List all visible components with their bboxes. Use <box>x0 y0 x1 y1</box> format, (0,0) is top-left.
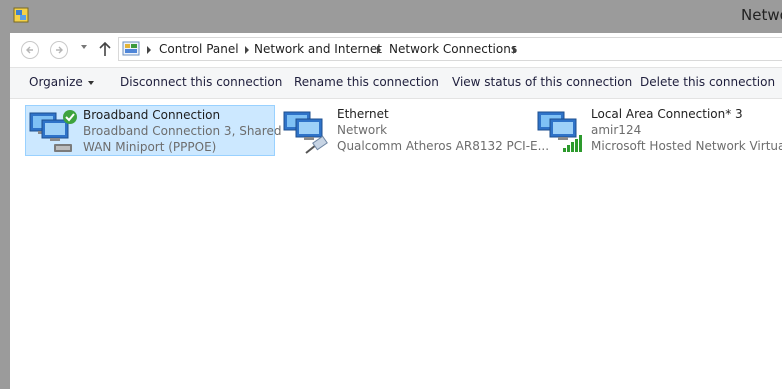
breadcrumb-network-connections[interactable]: Network Connections <box>389 42 517 56</box>
explorer-window: Control Panel Network and Internet Netwo… <box>10 33 782 389</box>
command-bar: Organize Disconnect this connection Rena… <box>10 67 782 99</box>
up-arrow-icon[interactable] <box>98 41 112 57</box>
delete-button[interactable]: Delete this connection <box>640 75 775 89</box>
connections-list: Broadband Connection Broadband Connectio… <box>10 99 782 389</box>
rename-button[interactable]: Rename this connection <box>294 75 439 89</box>
connection-device: WAN Miniport (PPPOE) <box>83 140 217 154</box>
connection-device: Qualcomm Atheros AR8132 PCI-E... <box>337 139 550 153</box>
connection-item-ethernet[interactable]: Ethernet Network Qualcomm Atheros AR8132… <box>280 105 549 156</box>
ethernet-icon <box>283 111 328 154</box>
breadcrumb-control-panel[interactable]: Control Panel <box>159 42 239 56</box>
connection-item-broadband[interactable]: Broadband Connection Broadband Connectio… <box>25 105 281 156</box>
arrow-left-icon <box>26 46 33 54</box>
disconnect-button[interactable]: Disconnect this connection <box>120 75 282 89</box>
breadcrumb-separator[interactable] <box>377 46 381 54</box>
organize-menu[interactable]: Organize <box>29 75 94 89</box>
window-title: Netwo <box>741 6 782 24</box>
breadcrumb-network-and-internet[interactable]: Network and Internet <box>254 42 382 56</box>
recent-locations-dropdown[interactable] <box>81 45 87 49</box>
connection-name: Local Area Connection* 3 <box>591 107 743 121</box>
organize-label: Organize <box>29 75 83 89</box>
navigation-bar: Control Panel Network and Internet Netwo… <box>10 33 782 65</box>
network-connected-icon <box>29 110 77 152</box>
wifi-signal-icon <box>537 111 582 152</box>
connection-name: Broadband Connection <box>83 108 221 122</box>
view-status-button[interactable]: View status of this connection <box>452 75 632 89</box>
connection-item-local-area-3[interactable]: Local Area Connection* 3 amir124 Microso… <box>534 105 782 156</box>
connection-name: Ethernet <box>337 107 389 121</box>
network-connections-app-icon[interactable] <box>13 7 29 23</box>
connection-status: amir124 <box>591 123 642 137</box>
arrow-right-icon <box>56 46 63 54</box>
back-button[interactable] <box>21 41 39 59</box>
connection-status: Network <box>337 123 388 137</box>
chevron-down-icon <box>87 80 94 85</box>
address-bar[interactable]: Control Panel Network and Internet Netwo… <box>118 37 782 61</box>
connection-device: Microsoft Hosted Network Virtual... <box>591 139 782 153</box>
breadcrumb-separator[interactable] <box>245 46 249 54</box>
breadcrumb-separator[interactable] <box>147 46 151 54</box>
forward-button[interactable] <box>50 41 68 59</box>
connection-status: Broadband Connection 3, Shared <box>83 124 282 138</box>
breadcrumb-separator[interactable] <box>513 46 517 54</box>
control-panel-icon <box>122 41 140 56</box>
title-bar: Netwo <box>0 0 782 33</box>
